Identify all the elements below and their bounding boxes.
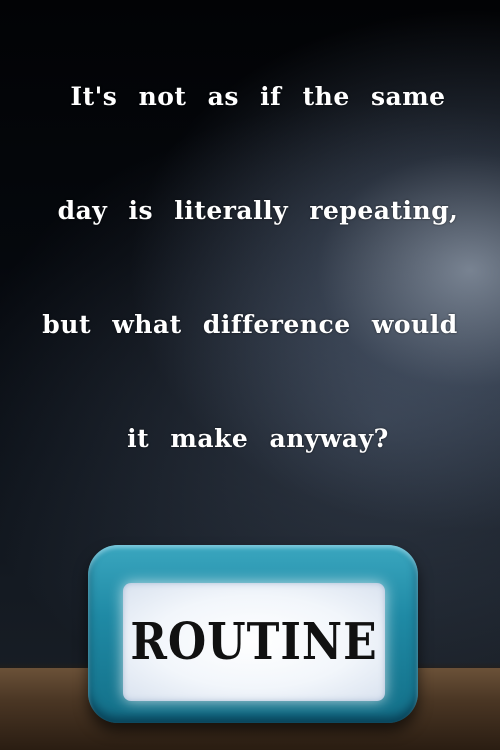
quote-line-2: day is literally repeating, xyxy=(57,196,459,225)
quote-line-1: It's not as if the same xyxy=(70,82,446,111)
quote-line-4: it make anyway? xyxy=(127,424,389,453)
poster: It's not as if the same day is literally… xyxy=(0,0,500,750)
quote-line-3: but what difference would xyxy=(42,310,458,339)
alarm-clock: ROUTINE xyxy=(88,545,418,723)
clock-display: ROUTINE xyxy=(123,583,385,701)
routine-label: ROUTINE xyxy=(130,612,378,672)
